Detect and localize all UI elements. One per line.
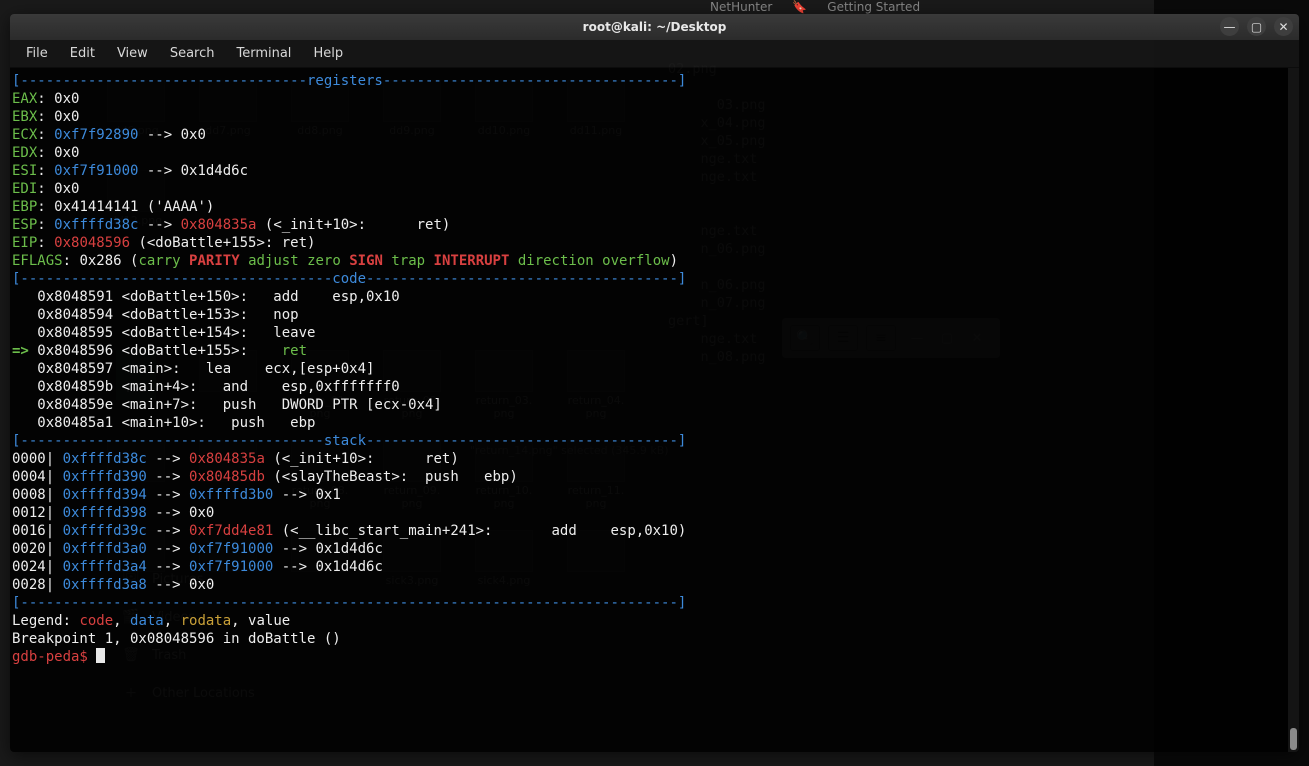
bg-browser-tabs: NetHunter 🔖 Getting Started xyxy=(680,0,1309,14)
menu-help[interactable]: Help xyxy=(303,42,353,65)
scrollbar-thumb[interactable] xyxy=(1290,728,1297,750)
menubar: FileEditViewSearchTerminalHelp xyxy=(10,40,1299,68)
menu-file[interactable]: File xyxy=(16,42,58,65)
bg-tab: NetHunter xyxy=(710,0,772,14)
terminal-cursor[interactable] xyxy=(96,648,105,663)
bg-tab: Getting Started xyxy=(827,0,920,14)
menu-search[interactable]: Search xyxy=(160,42,225,65)
window-title: root@kali: ~/Desktop xyxy=(10,20,1299,34)
titlebar[interactable]: root@kali: ~/Desktop — ▢ ✕ xyxy=(10,14,1299,40)
terminal-output[interactable]: [----------------------------------regis… xyxy=(10,68,1299,752)
maximize-button[interactable]: ▢ xyxy=(1247,17,1266,36)
menu-edit[interactable]: Edit xyxy=(60,42,105,65)
close-button[interactable]: ✕ xyxy=(1274,17,1293,36)
menu-terminal[interactable]: Terminal xyxy=(226,42,301,65)
menu-view[interactable]: View xyxy=(107,42,158,65)
scrollbar[interactable] xyxy=(1288,68,1299,752)
minimize-button[interactable]: — xyxy=(1220,17,1239,36)
terminal-window: root@kali: ~/Desktop — ▢ ✕ FileEditViewS… xyxy=(10,14,1299,752)
